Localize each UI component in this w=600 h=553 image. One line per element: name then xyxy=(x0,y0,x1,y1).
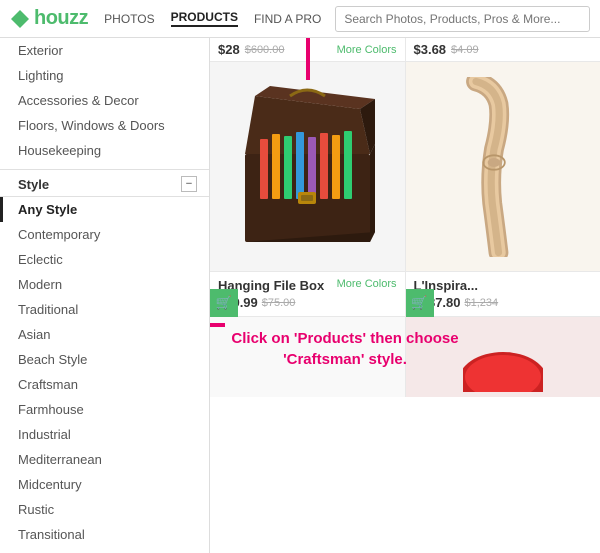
style-section-header: Style − xyxy=(0,169,209,197)
style-mediterranean[interactable]: Mediterranean xyxy=(0,447,209,472)
product-2-top: $3.68 $4.09 xyxy=(406,38,600,61)
product-1-price: $28 xyxy=(218,42,240,57)
style-section-title: Style xyxy=(18,177,49,192)
product-2-price: $3.68 xyxy=(414,42,447,57)
category-floors[interactable]: Floors, Windows & Doors xyxy=(0,113,209,138)
style-asian[interactable]: Asian xyxy=(0,322,209,347)
style-eclectic[interactable]: Eclectic xyxy=(0,247,209,272)
category-housekeeping[interactable]: Housekeeping xyxy=(0,138,209,163)
product-2-price-old: $4.09 xyxy=(451,44,479,56)
category-accessories[interactable]: Accessories & Decor xyxy=(0,88,209,113)
logo-text: houzz xyxy=(34,7,88,30)
style-collapse-icon[interactable]: − xyxy=(181,176,197,192)
style-contemporary[interactable]: Contemporary xyxy=(0,222,209,247)
product-label-row: Hanging File Box $59.99 $75.00 More Colo… xyxy=(210,272,600,317)
logo[interactable]: houzz xyxy=(10,7,88,30)
top-price-row: $28 $600.00 More Colors $3.68 $4.09 xyxy=(210,38,600,62)
main: Exterior Lighting Accessories & Decor Fl… xyxy=(0,38,600,553)
cart-icon-4: 🛒 xyxy=(411,295,427,311)
product-2-cell xyxy=(406,62,600,271)
product-4-info: L'Inspira... $987.80 $1,234 🛒 xyxy=(406,272,600,316)
style-farmhouse[interactable]: Farmhouse xyxy=(0,397,209,422)
nav-products[interactable]: PRODUCTS xyxy=(171,10,238,27)
file-box-image xyxy=(230,84,385,249)
product-1-cell xyxy=(210,62,406,271)
category-exterior[interactable]: Exterior xyxy=(0,38,209,63)
style-section: Style − Any Style Contemporary Eclectic … xyxy=(0,169,209,553)
style-tropical[interactable]: Tropical xyxy=(0,547,209,553)
product-4-name: L'Inspira... xyxy=(414,278,593,293)
style-rustic[interactable]: Rustic xyxy=(0,497,209,522)
sidebar: Exterior Lighting Accessories & Decor Fl… xyxy=(0,38,210,553)
product-1-price-old: $600.00 xyxy=(245,44,285,56)
product-3-price-old: $75.00 xyxy=(262,297,296,309)
product-row-1 xyxy=(210,62,600,272)
search-input[interactable] xyxy=(335,6,590,32)
product-6-cell xyxy=(406,317,600,397)
header: houzz PHOTOS PRODUCTS FIND A PRO xyxy=(0,0,600,38)
product-4-price-old: $1,234 xyxy=(465,297,499,309)
table-image xyxy=(443,77,563,257)
nav: PHOTOS PRODUCTS FIND A PRO xyxy=(104,10,321,27)
nav-photos[interactable]: PHOTOS xyxy=(104,12,154,26)
product-3-more-colors[interactable]: More Colors xyxy=(337,278,397,290)
style-industrial[interactable]: Industrial xyxy=(0,422,209,447)
product-3-info: Hanging File Box $59.99 $75.00 More Colo… xyxy=(210,272,406,316)
content: $28 $600.00 More Colors $3.68 $4.09 xyxy=(210,38,600,553)
style-beach[interactable]: Beach Style xyxy=(0,347,209,372)
cart-icon-3: 🛒 xyxy=(216,295,232,311)
style-modern[interactable]: Modern xyxy=(0,272,209,297)
style-traditional[interactable]: Traditional xyxy=(0,297,209,322)
style-transitional[interactable]: Transitional xyxy=(0,522,209,547)
style-craftsman[interactable]: Craftsman xyxy=(0,372,209,397)
product-3-cart-btn[interactable]: 🛒 xyxy=(210,289,238,317)
nav-find-a-pro[interactable]: FIND A PRO xyxy=(254,12,321,26)
product-row-2 xyxy=(210,317,600,397)
product-1-more-colors[interactable]: More Colors xyxy=(337,44,397,56)
product-5-cell xyxy=(210,317,406,397)
product-4-cart-btn[interactable]: 🛒 xyxy=(406,289,434,317)
style-any[interactable]: Any Style xyxy=(0,197,209,222)
product-1-top: $28 $600.00 More Colors xyxy=(210,38,406,61)
category-lighting[interactable]: Lighting xyxy=(0,63,209,88)
logo-icon xyxy=(10,9,30,29)
style-midcentury[interactable]: Midcentury xyxy=(0,472,209,497)
